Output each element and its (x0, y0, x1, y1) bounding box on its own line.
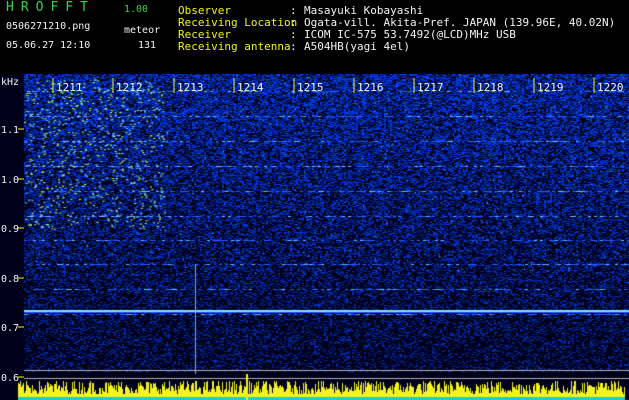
file-name: 0506271210.png (6, 21, 91, 32)
header-panel: HROFFT 1.00 0506271210.png meteor 05.06.… (0, 0, 629, 74)
app-title: HROFFT (6, 0, 95, 15)
separator: : (290, 40, 297, 53)
antenna-value: A504HB(yagi 4el) (304, 40, 410, 53)
timestamp: 05.06.27 12:10 (6, 40, 91, 51)
meteor-count: 131 (138, 40, 157, 51)
antenna-label: Receiving antenna (178, 40, 291, 53)
spectrogram-canvas (0, 74, 629, 400)
mode-label: meteor (124, 25, 161, 36)
app-version: 1.00 (124, 4, 149, 15)
